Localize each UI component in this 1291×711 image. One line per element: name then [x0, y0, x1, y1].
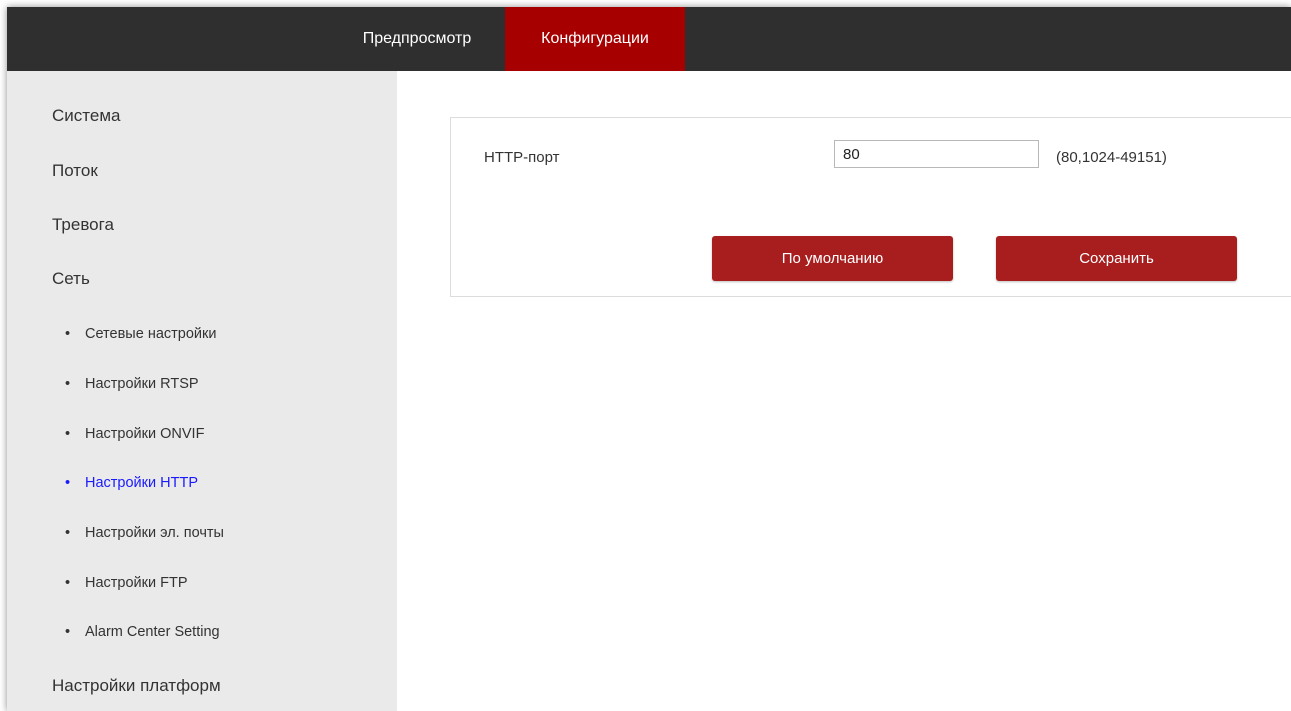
sidebar-subitem-label: Настройки HTTP	[85, 475, 198, 491]
sidebar-subitem-label: Alarm Center Setting	[85, 624, 220, 640]
sidebar-subitem-label: Настройки ONVIF	[85, 426, 205, 442]
tab-preview[interactable]: Предпросмотр	[329, 7, 505, 71]
sidebar-item-system[interactable]: Система	[52, 106, 120, 126]
sidebar-item-alarm[interactable]: Тревога	[52, 215, 114, 235]
top-nav-bar: Предпросмотр Конфигурации	[7, 7, 1291, 71]
app-window: Предпросмотр Конфигурации Система Поток …	[7, 7, 1291, 711]
sidebar: Система Поток Тревога Сеть • Сетевые наст…	[7, 71, 397, 711]
main-content: HTTP-порт (80,1024-49151) По умолчанию С…	[397, 71, 1291, 711]
http-port-range-hint: (80,1024-49151)	[1056, 149, 1167, 166]
sidebar-subitem-onvif[interactable]: • Настройки ONVIF	[65, 426, 204, 442]
http-settings-panel: HTTP-порт (80,1024-49151) По умолчанию С…	[450, 117, 1291, 297]
sidebar-subitem-http[interactable]: • Настройки HTTP	[65, 475, 198, 491]
sidebar-item-platform[interactable]: Настройки платформ	[52, 676, 221, 696]
bullet-icon: •	[65, 525, 71, 541]
sidebar-subitem-rtsp[interactable]: • Настройки RTSP	[65, 376, 199, 392]
sidebar-subitem-label: Настройки FTP	[85, 575, 188, 591]
sidebar-subitem-label: Сетевые настройки	[85, 326, 217, 342]
tab-configuration[interactable]: Конфигурации	[505, 7, 685, 71]
http-port-input[interactable]	[834, 140, 1039, 168]
sidebar-subitem-label: Настройки эл. почты	[85, 525, 224, 541]
sidebar-subitem-label: Настройки RTSP	[85, 376, 199, 392]
sidebar-subitem-alarm-center[interactable]: • Alarm Center Setting	[65, 624, 220, 640]
http-port-label: HTTP-порт	[484, 149, 560, 166]
save-button[interactable]: Сохранить	[996, 236, 1237, 281]
bullet-icon: •	[65, 326, 71, 342]
bullet-icon: •	[65, 426, 71, 442]
sidebar-subitem-email[interactable]: • Настройки эл. почты	[65, 525, 224, 541]
sidebar-item-network[interactable]: Сеть	[52, 269, 90, 289]
bullet-icon: •	[65, 475, 71, 491]
sidebar-subitem-ftp[interactable]: • Настройки FTP	[65, 575, 188, 591]
sidebar-item-stream[interactable]: Поток	[52, 161, 98, 181]
bullet-icon: •	[65, 624, 71, 640]
bullet-icon: •	[65, 575, 71, 591]
bullet-icon: •	[65, 376, 71, 392]
sidebar-subitem-network-settings[interactable]: • Сетевые настройки	[65, 326, 216, 342]
default-button[interactable]: По умолчанию	[712, 236, 953, 281]
